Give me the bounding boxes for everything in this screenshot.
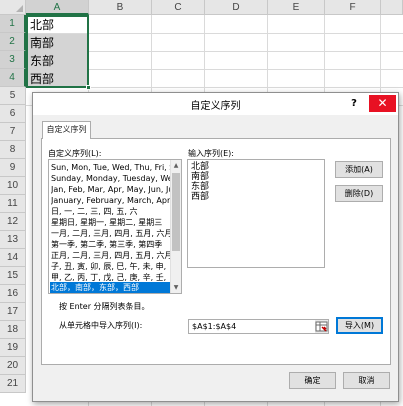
column-header-d[interactable]: D [205,0,268,15]
cancel-button[interactable]: 取消 [343,372,390,389]
row-header-5[interactable]: 5 [0,87,26,105]
entry-line: 南部 [191,172,210,182]
list-item[interactable]: 子, 丑, 寅, 卯, 辰, 巳, 午, 未, 申, [51,261,171,272]
row-header-15[interactable]: 15 [0,267,26,285]
tab-custom-lists[interactable]: 自定义序列 [42,121,91,139]
entry-line: 西部 [191,192,210,202]
row-header-2[interactable]: 2 [0,33,26,51]
fill-handle[interactable] [86,85,91,90]
row-header-17[interactable]: 17 [0,303,26,321]
column-header-g[interactable] [381,0,403,15]
select-all-corner[interactable] [0,0,26,15]
column-header-e[interactable]: E [268,0,325,15]
list-item[interactable]: 第一季, 第二季, 第三季, 第四季 [51,239,171,250]
column-header-b[interactable]: B [89,0,152,15]
row-header-19[interactable]: 19 [0,339,26,357]
hint-text: 按 Enter 分隔列表条目。 [59,302,150,311]
row-header-16[interactable]: 16 [0,285,26,303]
scroll-up-arrow-icon[interactable]: ▲ [171,160,181,171]
row-header-12[interactable]: 12 [0,213,26,231]
row-header-8[interactable]: 8 [0,141,26,159]
list-item[interactable]: 星期日, 星期一, 星期二, 星期三 [51,217,171,228]
row-header-9[interactable]: 9 [0,159,26,177]
list-item[interactable]: Jan, Feb, Mar, Apr, May, Jun, Ju [51,184,171,195]
column-header-a[interactable]: A [26,0,89,15]
import-range-input[interactable]: $A$1:$A$4 [188,319,329,334]
row-header-7[interactable]: 7 [0,123,26,141]
list-item[interactable]: Sun, Mon, Tue, Wed, Thu, Fri, Sat [51,162,171,173]
custom-lists-dialog: 自定义序列 ? ✕ 自定义序列 自定义序列(L): 输入序列(E): Sun, … [32,92,399,402]
list-entries-label: 输入序列(E): [188,149,234,158]
list-item-selected[interactable]: 北部，南部，东部，西部 [50,282,171,293]
range-picker-icon-graphic [315,321,328,332]
custom-lists-label: 自定义序列(L): [48,149,102,158]
list-item[interactable]: January, February, March, April [51,195,171,206]
row-header-18[interactable]: 18 [0,321,26,339]
row-header-10[interactable]: 10 [0,177,26,195]
import-label: 从单元格中导入序列(I): [59,321,143,330]
entry-line: 北部 [191,162,210,172]
column-header-c[interactable]: C [152,0,205,15]
dialog-titlebar[interactable]: 自定义序列 ? ✕ [33,93,398,115]
row-header-21[interactable]: 21 [0,375,26,393]
row-header-1[interactable]: 1 [0,15,26,33]
close-button[interactable]: ✕ [369,95,396,112]
list-entries-textarea[interactable]: 北部 南部 东部 西部 [187,159,325,268]
list-item[interactable]: Sunday, Monday, Tuesday, Wed [51,173,171,184]
select-all-triangle [16,5,23,12]
custom-lists-listbox[interactable]: Sun, Mon, Tue, Wed, Thu, Fri, Sat Sunday… [48,159,182,294]
range-picker-icon[interactable] [315,320,328,333]
listbox-scrollbar[interactable]: ▲ ▼ [170,160,181,293]
ok-button[interactable]: 确定 [289,372,336,389]
row-header-4[interactable]: 4 [0,69,26,87]
list-item[interactable]: 一月, 二月, 三月, 四月, 五月, 六月, [51,228,171,239]
add-button[interactable]: 添加(A) [335,161,383,178]
row-header-3[interactable]: 3 [0,51,26,69]
row-header-6[interactable]: 6 [0,105,26,123]
dialog-title: 自定义序列 [190,101,241,112]
import-button[interactable]: 导入(M) [336,317,383,334]
row-header-11[interactable]: 11 [0,195,26,213]
row-header-13[interactable]: 13 [0,231,26,249]
scroll-thumb[interactable] [172,173,180,251]
help-button[interactable]: ? [347,95,361,112]
selection-range-border [26,15,89,88]
scroll-down-arrow-icon[interactable]: ▼ [171,282,181,293]
row-header-14[interactable]: 14 [0,249,26,267]
row-header-20[interactable]: 20 [0,357,26,375]
column-header-f[interactable]: F [325,0,381,15]
list-item[interactable]: 正月, 二月, 三月, 四月, 五月, 六月, [51,250,171,261]
delete-button[interactable]: 删除(D) [335,185,383,202]
list-item[interactable]: 日, 一, 二, 三, 四, 五, 六 [51,206,171,217]
entry-line: 东部 [191,182,210,192]
